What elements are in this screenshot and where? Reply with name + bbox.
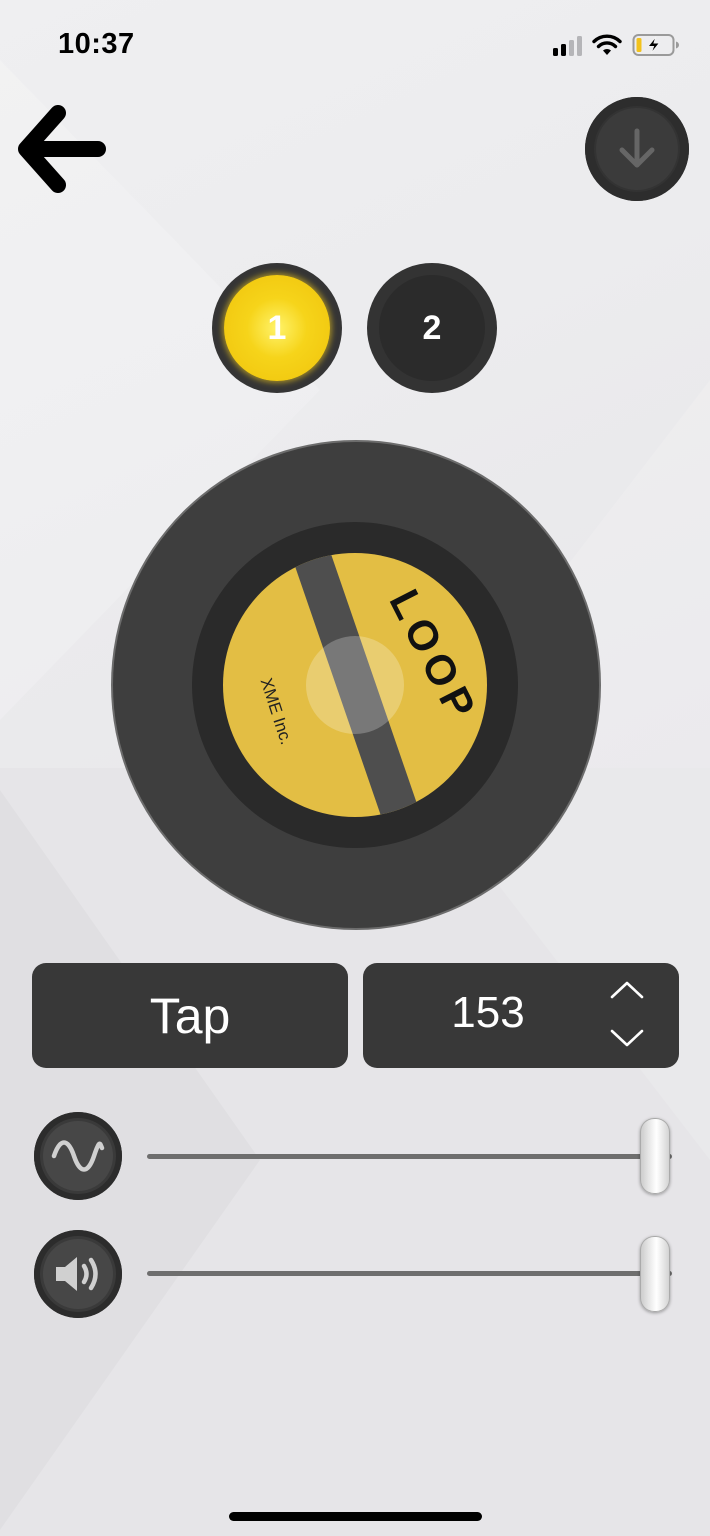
cellular-signal-icon bbox=[553, 34, 582, 56]
chevron-down-icon[interactable] bbox=[608, 1023, 646, 1053]
arrow-left-icon bbox=[18, 105, 106, 193]
download-button[interactable] bbox=[585, 97, 689, 201]
status-icons bbox=[553, 30, 680, 60]
speaker-volume-icon bbox=[56, 1257, 98, 1291]
bpm-stepper: 153 bbox=[363, 963, 679, 1068]
home-indicator bbox=[229, 1512, 482, 1521]
battery-charging-icon bbox=[632, 34, 679, 56]
back-button[interactable] bbox=[14, 100, 114, 200]
tap-button[interactable]: Tap bbox=[32, 963, 348, 1068]
chevron-up-icon[interactable] bbox=[608, 975, 646, 1005]
volume-slider-thumb[interactable] bbox=[640, 1236, 670, 1312]
preset-1-label: 1 bbox=[267, 308, 287, 347]
sine-wave-icon bbox=[51, 1140, 105, 1172]
loop-disc[interactable]: LOOP XME Inc. bbox=[223, 553, 487, 817]
preset-2-button[interactable]: 2 bbox=[367, 263, 497, 393]
waveform-button[interactable] bbox=[34, 1112, 122, 1200]
waveform-slider-thumb[interactable] bbox=[640, 1118, 670, 1194]
maker-label: XME Inc. bbox=[257, 676, 296, 747]
volume-button[interactable] bbox=[34, 1230, 122, 1318]
volume-slider-track[interactable] bbox=[147, 1271, 672, 1276]
loop-title: LOOP bbox=[381, 582, 487, 731]
waveform-slider-track[interactable] bbox=[147, 1154, 672, 1159]
wifi-icon bbox=[592, 34, 622, 55]
disc-label: LOOP XME Inc. bbox=[257, 582, 487, 747]
arrow-down-icon bbox=[619, 128, 655, 168]
preset-2-label: 2 bbox=[422, 308, 442, 347]
status-time: 10:37 bbox=[58, 28, 135, 60]
preset-1-button[interactable]: 1 bbox=[212, 263, 342, 393]
tap-label: Tap bbox=[149, 987, 231, 1044]
bpm-value[interactable]: 153 bbox=[363, 963, 613, 1063]
